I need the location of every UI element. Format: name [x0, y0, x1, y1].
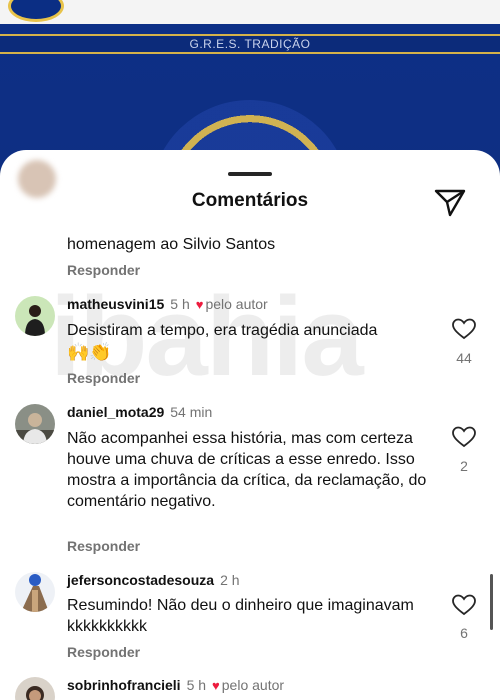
heart-icon: ♥	[195, 297, 204, 312]
like-count: 6	[460, 625, 468, 641]
avatar[interactable]	[15, 572, 55, 612]
comment-text: Resumindo! Não deu o dinheiro que imagin…	[67, 597, 414, 635]
comment-text: Desistiram a tempo, era tragédia anuncia…	[67, 322, 378, 339]
reply-button[interactable]: Responder	[67, 538, 140, 554]
comment-header: sobrinhofrancieli 5 h ♥ pelo autor	[67, 677, 284, 693]
comment-text: homenagem ao Silvio Santos	[67, 236, 276, 253]
username[interactable]: jefersoncostadesouza	[67, 572, 214, 588]
status-area	[0, 0, 500, 24]
scrollbar-thumb[interactable]	[490, 574, 493, 630]
sheet-title: Comentários	[191, 190, 309, 211]
heart-outline-icon[interactable]	[452, 594, 476, 616]
avatar[interactable]	[15, 296, 55, 336]
heart-icon: ♥	[212, 678, 220, 693]
liked-by-author-label: pelo autor	[221, 677, 285, 693]
comment-text: Não acompanhei essa história, mas com ce…	[67, 430, 427, 510]
banner-label: G.R.E.S. TRADIÇÃO	[189, 37, 311, 51]
comment-header: matheusvini15 5 h ♥ pelo autor	[67, 296, 268, 312]
share-icon[interactable]	[433, 186, 467, 218]
username[interactable]: daniel_mota29	[67, 404, 164, 420]
liked-by-author-label: pelo autor	[205, 296, 268, 312]
username[interactable]: sobrinhofrancieli	[67, 677, 181, 693]
reply-button[interactable]: Responder	[67, 644, 140, 660]
timestamp: 54 min	[170, 404, 213, 420]
like-count: 44	[456, 350, 472, 366]
comment-emoji: 🙌👏	[67, 342, 112, 362]
comment-header: jefersoncostadesouza 2 h	[67, 572, 240, 588]
comment-header: daniel_mota29 54 min	[67, 404, 212, 420]
timestamp: 5 h	[186, 677, 207, 693]
sheet-grabber[interactable]	[228, 172, 272, 176]
reply-button[interactable]: Responder	[67, 370, 140, 386]
timestamp: 5 h	[170, 296, 190, 312]
heart-outline-icon[interactable]	[452, 426, 476, 448]
avatar[interactable]	[15, 404, 55, 444]
reply-button[interactable]: Responder	[67, 262, 140, 278]
heart-outline-icon[interactable]	[452, 318, 476, 340]
like-count: 2	[460, 458, 468, 474]
username[interactable]: matheusvini15	[67, 296, 164, 312]
timestamp: 2 h	[220, 572, 240, 588]
